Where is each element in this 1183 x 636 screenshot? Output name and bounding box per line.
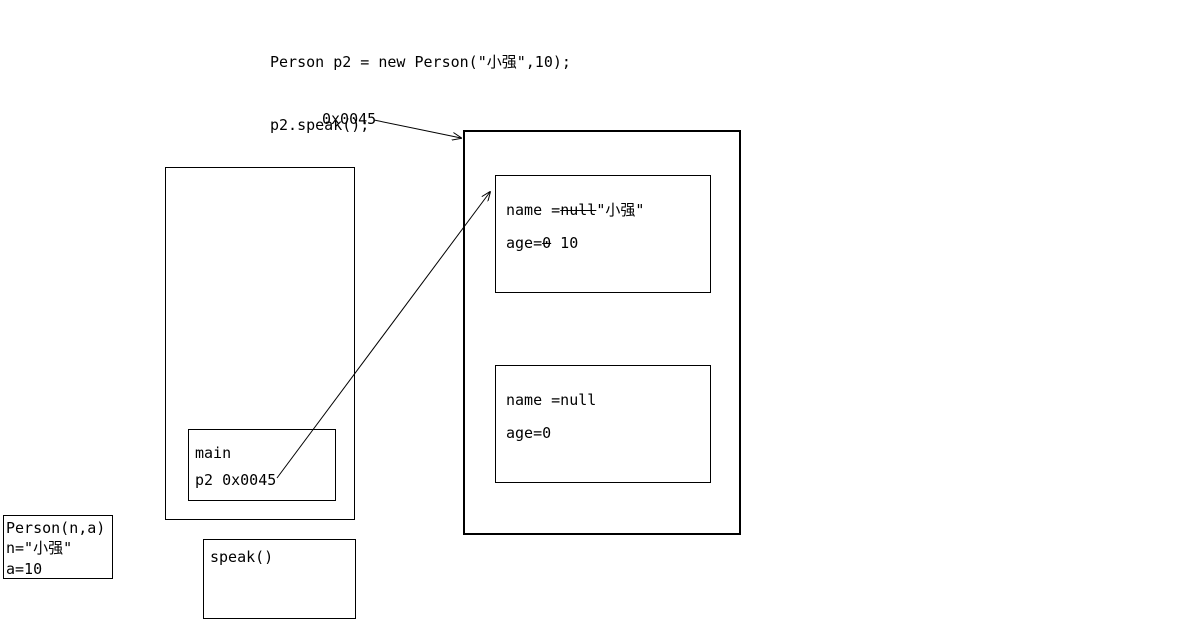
speak-label: speak() [210,548,349,566]
obj1-age-new: 10 [551,234,578,252]
person-ctor-header: Person(n,a) [6,518,110,538]
obj1-age-line: age=0 10 [506,227,700,260]
person-ctor-n: n="小强" [6,538,110,558]
obj1-name-new: "小强" [596,201,644,219]
person-ctor-a: a=10 [6,559,110,579]
speak-frame: speak() [203,539,356,619]
obj2-age-line: age=0 [506,417,700,450]
obj1-name-prefix: name = [506,201,560,219]
main-stack-frame: main p2 0x0045 [188,429,336,501]
obj1-name-old: null [560,201,596,219]
code-line-1: Person p2 = new Person("小强",10); [270,52,571,73]
address-label: 0x0045 [322,110,376,128]
heap-object-1: name =null"小强" age=0 10 [495,175,711,293]
obj2-name-line: name =null [506,384,700,417]
heap-object-2: name =null age=0 [495,365,711,483]
obj1-name-line: name =null"小强" [506,194,700,227]
obj1-age-old: 0 [542,234,551,252]
person-constructor-frame: Person(n,a) n="小强" a=10 [3,515,113,579]
main-var-p2: p2 0x0045 [195,467,329,494]
main-label: main [195,440,329,467]
obj1-age-prefix: age= [506,234,542,252]
